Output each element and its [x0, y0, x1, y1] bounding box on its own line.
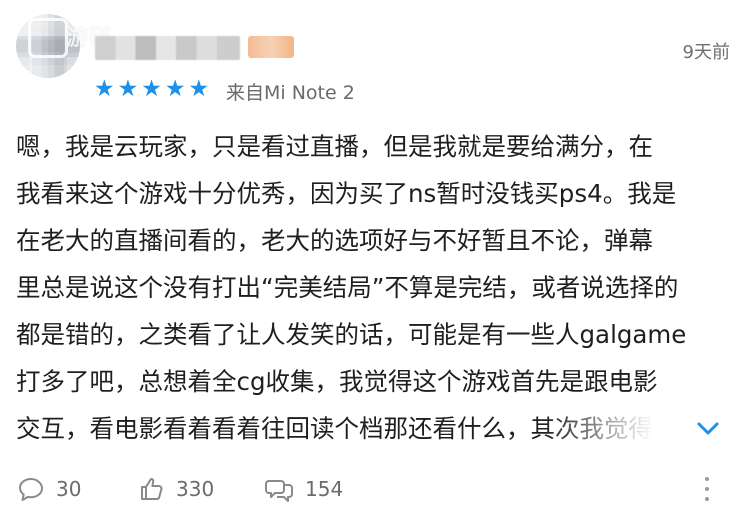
- comment-line: 都是错的，之类看了让人发笑的话，可能是有一些人galgame: [16, 320, 687, 349]
- comment-bubble-icon: [19, 478, 43, 501]
- comment-actions: 30 330 154: [0, 462, 750, 520]
- more-vertical-icon: [705, 487, 709, 491]
- rating-stars: ★ ★ ★ ★ ★: [94, 78, 209, 101]
- username-obscured[interactable]: [95, 36, 240, 60]
- comments-count: 30: [56, 477, 82, 501]
- thumbs-up-icon: [141, 477, 163, 500]
- avatar[interactable]: [16, 14, 80, 78]
- like-button[interactable]: 330: [136, 472, 214, 506]
- expand-button[interactable]: [694, 414, 722, 442]
- star-icon: ★: [117, 76, 139, 102]
- more-vertical-icon: [705, 477, 709, 481]
- user-badge: [248, 36, 294, 58]
- star-icon: ★: [94, 76, 115, 102]
- star-icon: ★: [188, 76, 210, 102]
- star-icon: ★: [164, 76, 186, 102]
- more-vertical-icon: [705, 497, 709, 501]
- device-label: 来自Mi Note 2: [226, 82, 355, 104]
- chevron-down-icon: [697, 422, 719, 435]
- comment-line: 嗯，我是云玩家，只是看过直播，但是我就是要给满分，在: [16, 132, 653, 161]
- more-options-button[interactable]: [702, 472, 712, 506]
- comment-line: 在老大的直播间看的，老大的选项好与不好暂且不论，弹幕: [16, 226, 653, 255]
- post-date: 9天前: [682, 42, 730, 63]
- repost-button[interactable]: 154: [263, 472, 343, 506]
- comment-line: 里总是说这个没有打出“完美结局”不算是完结，或者说选择的: [16, 273, 679, 302]
- comment-header: 游研 9天前 ★ ★ ★ ★ ★ 来自Mi Note 2: [0, 0, 750, 110]
- comment-text: 嗯，我是云玩家，只是看过直播，但是我就是要给满分，在 我看来这个游戏十分优秀，因…: [16, 123, 734, 443]
- reposts-count: 154: [305, 477, 344, 501]
- repost-bubbles-icon: [265, 480, 293, 502]
- star-icon: ★: [141, 76, 162, 102]
- likes-count: 330: [176, 477, 215, 501]
- comment-button[interactable]: 30: [16, 472, 81, 506]
- comment-line: 我看来这个游戏十分优秀，因为买了ns暂时没钱买ps4。我是: [16, 179, 677, 208]
